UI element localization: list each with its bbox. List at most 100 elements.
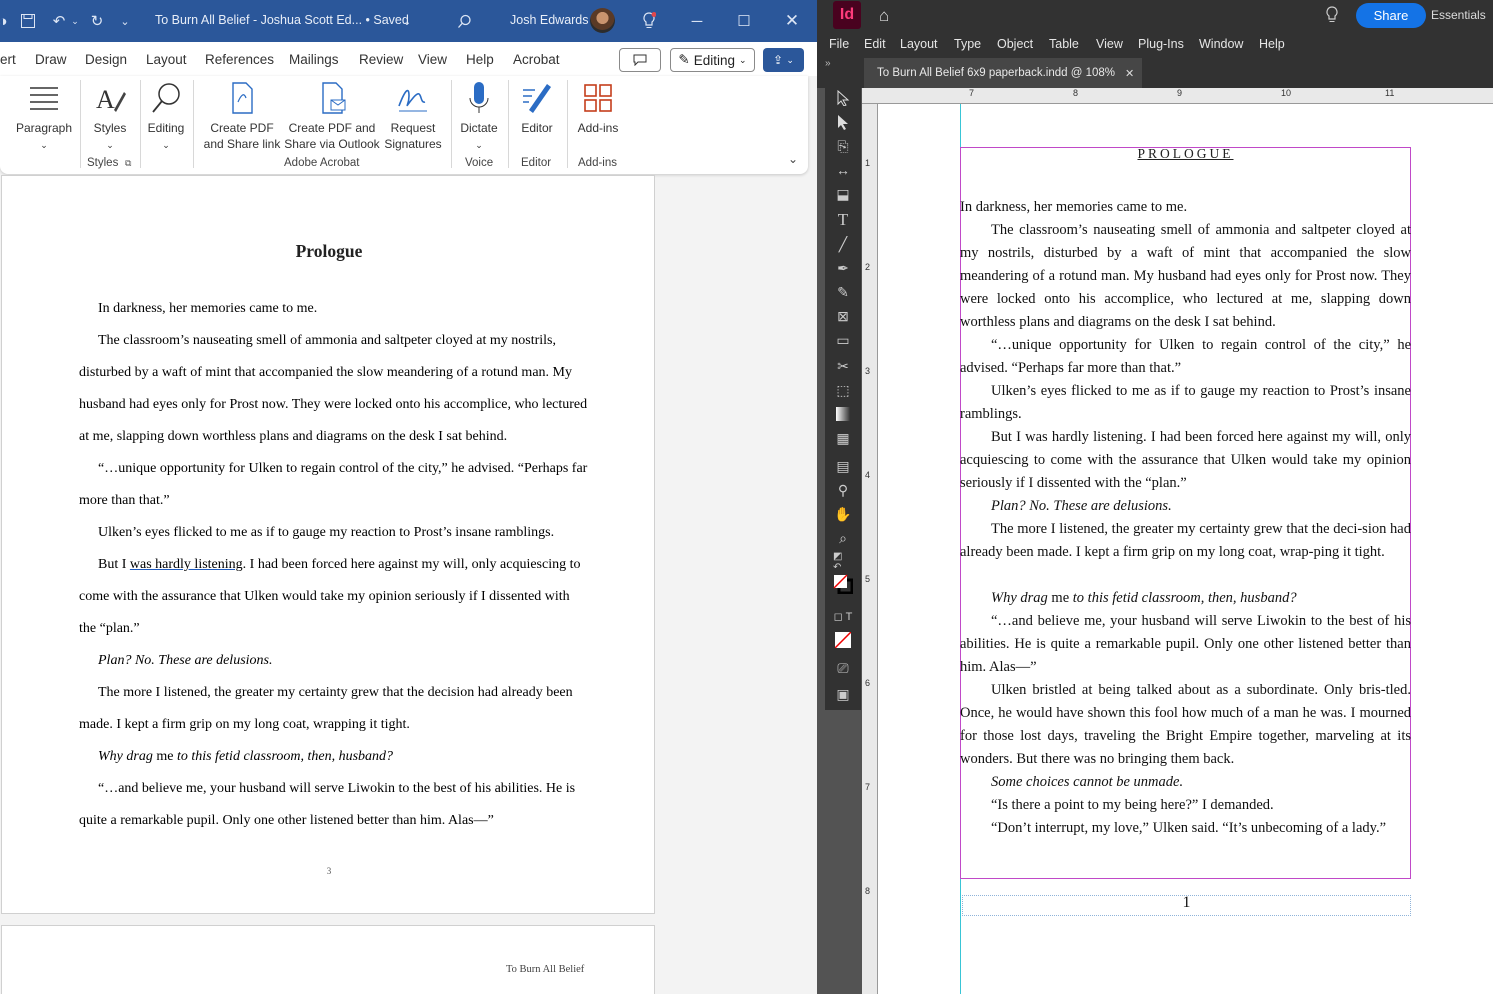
avatar[interactable] [590,8,615,33]
tools-panel: ⎘ ↔ ⬓ T ╱ ✒ ✎ ⊠ ▭ ✂ ⬚ ▦ ▤ ⚲ ✋ ⌕ ◩ ↶ ◻ T … [825,80,861,710]
horizontal-ruler[interactable]: 7 8 9 10 11 [862,88,1493,104]
search-icon[interactable] [453,10,475,32]
dictate-button[interactable]: Dictate ⌄ [456,80,502,153]
scissors-tool-icon[interactable]: ✂ [833,356,853,376]
expand-panels-icon[interactable]: » [825,58,831,69]
layout-page[interactable]: PROLOGUE In darkness, her memories came … [878,104,1493,994]
pdf-mail-icon [322,82,346,114]
comments-button[interactable] [619,48,661,72]
menu-help[interactable]: Help [1259,37,1285,51]
document-tab-label: To Burn All Belief 6x9 paperback.indd @ … [877,67,1115,79]
menu-file[interactable]: File [829,37,849,51]
menu-table[interactable]: Table [1049,37,1079,51]
maximize-icon[interactable]: ☐ [733,10,755,32]
normal-view-icon[interactable]: ▣ [833,684,853,704]
tab-draw[interactable]: Draw [35,52,67,67]
fill-stroke-swatch-icon[interactable] [833,574,853,594]
editor-button[interactable]: Editor [514,80,560,136]
eyedropper-tool-icon[interactable]: ⚲ [833,480,853,500]
ribbon-separator [508,80,509,168]
menu-window[interactable]: Window [1199,37,1243,51]
autosave-icon[interactable]: ◑ [0,10,14,32]
menu-object[interactable]: Object [997,37,1033,51]
tab-insert[interactable]: ert [0,52,16,67]
editing-mode-button[interactable]: ✎ Editing ⌄ [670,48,755,72]
editor-group-label: Editor [521,157,552,169]
customize-qat-icon[interactable]: ⌄ [114,10,136,32]
tab-references[interactable]: References [205,52,274,67]
editor-icon [523,84,551,113]
default-fill-stroke-icon[interactable]: ◩ ↶ [833,551,853,573]
collapse-ribbon-icon[interactable]: ⌄ [788,152,798,166]
rectangle-frame-tool-icon[interactable]: ⊠ [833,306,853,326]
gradient-swatch-tool-icon[interactable] [833,404,853,424]
ribbon-separator [193,80,194,168]
save-icon[interactable] [17,10,39,32]
note-tool-icon[interactable]: ▤ [833,456,853,476]
formatting-affects-icon[interactable]: ◻ T [833,606,853,626]
page-tool-icon[interactable]: ⎘ [833,136,853,156]
menu-type[interactable]: Type [954,37,981,51]
hand-tool-icon[interactable]: ✋ [833,504,853,524]
type-tool-icon[interactable]: T [833,210,853,230]
indesign-window: Id ⌂ Share Essentials File Edit Layout T… [817,0,1493,994]
request-signatures-button[interactable]: Request Signatures [382,80,444,152]
paragraph-button[interactable]: Paragraph ⌄ [14,80,74,153]
document-page[interactable]: To Burn All Belief [1,925,655,994]
menu-view[interactable]: View [1096,37,1123,51]
rectangle-tool-icon[interactable]: ▭ [833,330,853,350]
home-icon[interactable]: ⌂ [879,6,889,26]
vertical-ruler[interactable]: 1 2 3 4 5 6 7 8 [862,104,878,994]
lightbulb-icon[interactable] [1325,6,1339,29]
create-pdf-share-link-button[interactable]: Create PDF and Share link [200,80,284,152]
selection-tool-icon[interactable] [833,88,853,108]
addins-button[interactable]: Add-ins [574,80,622,136]
close-icon[interactable]: ✕ [781,10,803,32]
share-button[interactable]: ⇪ ⌄ [763,48,804,72]
tab-mailings[interactable]: Mailings [289,52,339,67]
tab-layout[interactable]: Layout [146,52,187,67]
chapter-heading: Prologue [295,241,363,261]
tab-design[interactable]: Design [85,52,127,67]
editing-button[interactable]: Editing ⌄ [145,80,187,153]
paragraph: Ulken bristled at being talked about as … [960,682,1411,767]
tab-help[interactable]: Help [466,52,494,67]
tab-view[interactable]: View [418,52,447,67]
document-tab[interactable]: To Burn All Belief 6x9 paperback.indd @ … [864,58,1142,88]
ribbon-separator [140,80,141,168]
pen-tool-icon[interactable]: ✒ [833,258,853,278]
free-transform-tool-icon[interactable]: ⬚ [833,380,853,400]
share-button[interactable]: Share [1356,3,1426,28]
undo-dropdown-icon[interactable]: ⌄ [64,10,86,32]
addins-grid-icon [584,84,612,112]
tab-acrobat[interactable]: Acrobat [513,52,560,67]
gradient-feather-tool-icon[interactable]: ▦ [833,428,853,448]
direct-selection-tool-icon[interactable] [833,112,853,132]
screen-mode-icon[interactable]: ⎚ [833,658,853,678]
menu-layout[interactable]: Layout [900,37,938,51]
menu-plugins[interactable]: Plug-Ins [1138,37,1184,51]
create-pdf-outlook-button[interactable]: Create PDF and Share via Outlook [284,80,380,152]
workspace-switcher[interactable]: Essentials [1431,8,1486,22]
document-title[interactable]: To Burn All Belief - Joshua Scott Ed... … [155,13,409,27]
line-tool-icon[interactable]: ╱ [833,234,853,254]
content-collector-icon[interactable]: ⬓ [833,184,853,204]
lightbulb-icon[interactable] [638,10,660,32]
document-page[interactable]: Prologue In darkness, her memories came … [1,175,655,914]
user-name[interactable]: Josh Edwards [510,13,589,27]
redo-icon[interactable]: ↻ [86,10,108,32]
tab-review[interactable]: Review [359,52,403,67]
pencil-tool-icon[interactable]: ✎ [833,282,853,302]
paragraph: “…and believe me, your husband will serv… [79,781,576,828]
paragraph: Why drag me to this fetid classroom, the… [991,590,1297,606]
title-dropdown-icon[interactable]: ⌄ [396,11,418,33]
close-tab-icon[interactable]: ✕ [1125,67,1134,80]
grammar-underline[interactable]: was hardly listening [130,557,243,572]
styles-button[interactable]: A Styles ⌄ [88,80,132,153]
menu-edit[interactable]: Edit [864,37,886,51]
apply-none-icon[interactable] [833,630,853,650]
minimize-icon[interactable]: ─ [686,10,708,32]
zoom-tool-icon[interactable]: ⌕ [833,528,853,548]
dialog-launcher-icon[interactable]: ⧉ [125,158,131,169]
gap-tool-icon[interactable]: ↔ [833,160,853,180]
